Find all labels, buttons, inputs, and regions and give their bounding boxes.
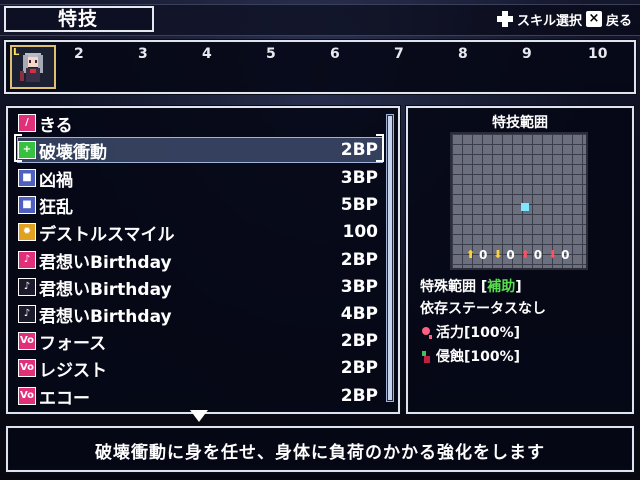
skill-name: 君想いBirthday <box>39 252 172 273</box>
buff-value: 0 <box>479 248 488 262</box>
skill-cost: 2BP <box>340 386 378 406</box>
scrollbar-thumb[interactable] <box>388 116 392 400</box>
party-slot-9[interactable]: 9 <box>522 46 532 62</box>
buff-counters: ⬆ 0 ⬇ 0 ⬆ 0 ⬇ 0 <box>466 248 569 262</box>
skill-row[interactable]: / きる <box>18 111 382 136</box>
party-slot-3[interactable]: 3 <box>138 46 148 62</box>
buff-value: 0 <box>533 248 543 262</box>
skill-range-panel: 特技範囲 ⬆ 0 ⬇ 0 ⬆ 0 ⬇ 0 特殊範囲 [補助] 依存ステータスなし 活力[… <box>406 106 634 414</box>
skill-description: 破壊衝動に身を任せ、身体に負荷のかかる強化をします <box>95 443 545 463</box>
range-target-cell <box>521 203 529 211</box>
buff-counter: ⬇ 0 <box>493 248 514 262</box>
skill-row-selected[interactable]: + 破壊衝動 2BP <box>17 137 383 163</box>
effect-corrosion: 侵蝕[100%] <box>420 346 520 366</box>
skill-cost: 5BP <box>340 195 378 215</box>
skill-row[interactable]: ■ 凶禍 3BP <box>18 166 382 191</box>
skill-name: レジスト <box>39 360 107 381</box>
skill-name: エコー <box>39 388 90 409</box>
note-icon: ♪ <box>18 305 36 323</box>
note-icon: ♪ <box>18 278 36 296</box>
party-slot-4[interactable]: 4 <box>202 46 212 62</box>
defense-buff-icon: ⬇ <box>493 248 503 261</box>
skill-row[interactable]: ♪ 君想いBirthday 3BP <box>18 275 382 300</box>
party-bar: L 2 3 4 5 6 7 8 9 10 <box>4 40 636 94</box>
skill-list: / きる + 破壊衝動 2BP ■ 凶禍 3BP ■ 狂乱 5BP ✹ デストル… <box>6 106 400 414</box>
party-slot-7[interactable]: 7 <box>394 46 404 62</box>
party-slot-5[interactable]: 5 <box>266 46 276 62</box>
selection-cursor-left <box>14 134 22 162</box>
x-button-icon[interactable]: × <box>585 11 602 27</box>
skill-list-scrollbar[interactable] <box>386 114 394 402</box>
defense-debuff-icon: ⬇ <box>548 248 558 261</box>
corrosion-icon <box>420 350 434 364</box>
selection-cursor-right <box>376 134 384 162</box>
skill-cost: 3BP <box>340 168 378 188</box>
buff-value: 0 <box>561 248 570 262</box>
buff-value: 0 <box>506 248 515 262</box>
skill-row[interactable]: ■ 狂乱 5BP <box>18 193 382 218</box>
page-title-text: 特技 <box>58 8 99 30</box>
scroll-down-arrow-icon[interactable] <box>190 410 208 422</box>
skill-name: フォース <box>39 333 107 354</box>
buff-counter: ⬇ 0 <box>548 248 569 262</box>
buff-counter: ⬆ 0 <box>466 248 487 262</box>
vo-icon: Vo <box>18 332 36 350</box>
skill-name: 狂乱 <box>39 197 73 218</box>
note-icon: ♪ <box>18 251 36 269</box>
skill-name: 凶禍 <box>39 170 73 191</box>
skill-name: きる <box>39 115 73 136</box>
party-member-1[interactable]: L <box>10 45 56 89</box>
buff-counter: ⬆ 0 <box>521 248 542 262</box>
dependency-status: 依存ステータスなし <box>420 301 546 317</box>
special-range-value: 補助 <box>487 279 516 295</box>
skill-cost: 3BP <box>340 277 378 297</box>
skill-cost: 100 <box>342 222 379 242</box>
skill-name: 破壊衝動 <box>39 142 107 163</box>
skill-cost: 2BP <box>340 331 378 351</box>
skill-row[interactable]: Vo エコー 2BP <box>18 384 382 409</box>
range-title: 特技範囲 <box>492 115 548 131</box>
party-slot-8[interactable]: 8 <box>458 46 468 62</box>
skill-row[interactable]: ✹ デストルスマイル 100 <box>18 220 382 245</box>
slash-icon: / <box>18 114 36 132</box>
special-range-label: 特殊範囲 [ <box>420 279 488 295</box>
effect-text: 侵蝕[100%] <box>436 349 521 365</box>
control-hints: スキル選択 × 戻る <box>496 6 632 32</box>
special-range-close: ] <box>515 279 522 295</box>
effect-vitality: 活力[100%] <box>420 322 520 342</box>
skill-name: 君想いBirthday <box>39 306 172 327</box>
effect-text: 活力[100%] <box>436 325 521 341</box>
special-range: 特殊範囲 [補助] <box>420 276 522 296</box>
square-icon: ■ <box>18 169 36 187</box>
skill-cost: 2BP <box>340 358 378 378</box>
description-box: 破壊衝動に身を任せ、身体に負荷のかかる強化をします <box>6 426 634 472</box>
party-slot-10[interactable]: 10 <box>588 46 607 62</box>
skill-row[interactable]: Vo フォース 2BP <box>18 329 382 354</box>
hint-select: スキル選択 <box>516 13 582 29</box>
skill-cost: 4BP <box>340 304 378 324</box>
attack-debuff-icon: ⬆ <box>520 248 530 261</box>
skill-row[interactable]: ♪ 君想いBirthday 2BP <box>18 248 382 273</box>
skill-row[interactable]: ♪ 君想いBirthday 4BP <box>18 302 382 327</box>
attack-buff-icon: ⬆ <box>466 248 476 261</box>
party-slot-6[interactable]: 6 <box>330 46 340 62</box>
party-slot-2[interactable]: 2 <box>74 46 84 62</box>
skill-cost: 2BP <box>340 140 378 160</box>
skill-name: デストルスマイル <box>39 224 175 245</box>
page-title: 特技 <box>4 6 154 32</box>
vitality-icon <box>420 326 434 340</box>
hint-back[interactable]: 戻る <box>606 10 632 29</box>
vo-icon: Vo <box>18 387 36 405</box>
leader-badge: L <box>13 47 20 58</box>
sun-icon: ✹ <box>18 223 36 241</box>
square-icon: ■ <box>18 196 36 214</box>
skill-name: 君想いBirthday <box>39 279 172 300</box>
vo-icon: Vo <box>18 359 36 377</box>
skill-cost: 2BP <box>340 250 378 270</box>
dpad-icon <box>496 11 513 27</box>
skill-row[interactable]: Vo レジスト 2BP <box>18 356 382 381</box>
